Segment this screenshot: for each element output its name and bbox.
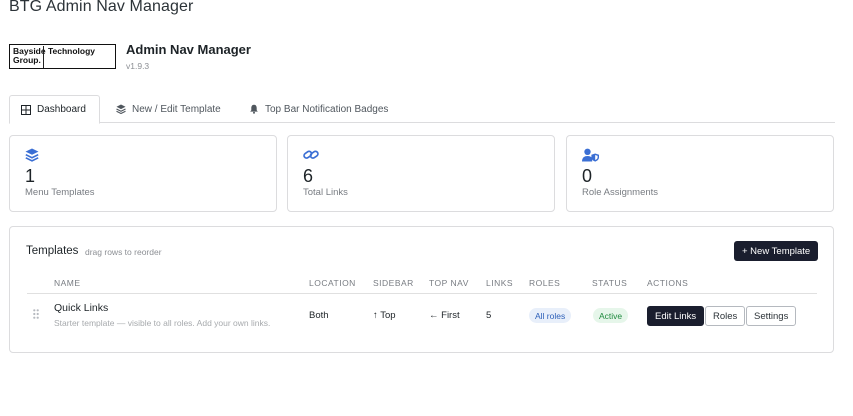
layers-icon: [116, 104, 126, 114]
column-header-sidebar: SIDEBAR: [373, 278, 414, 288]
templates-title: Templates: [26, 245, 79, 257]
page-title: BTG Admin Nav Manager: [9, 0, 194, 15]
link-icon: [303, 150, 319, 159]
settings-button[interactable]: Settings: [746, 306, 797, 326]
template-sidebar: ↑ Top: [373, 310, 396, 321]
stat-label-menu-templates: Menu Templates: [25, 187, 95, 198]
column-header-name: NAME: [54, 278, 81, 288]
column-header-top-nav: TOP NAV: [429, 278, 469, 288]
table-header-divider: [27, 293, 817, 294]
column-header-status: STATUS: [592, 278, 628, 288]
layers-icon: [25, 148, 39, 162]
stat-card-role-assignments: 0 Role Assignments: [566, 135, 834, 212]
bell-icon: [250, 104, 258, 114]
app-title: Admin Nav Manager: [126, 42, 251, 57]
edit-links-button[interactable]: Edit Links: [647, 306, 705, 326]
roles-button[interactable]: Roles: [705, 306, 746, 326]
brand-logo-line2: Group.: [13, 55, 41, 65]
tab-top-bar-badges[interactable]: Top Bar Notification Badges: [238, 95, 399, 123]
tab-new-edit-template[interactable]: New / Edit Template: [105, 95, 232, 123]
column-header-roles: ROLES: [529, 278, 561, 288]
new-template-button[interactable]: + New Template: [734, 241, 819, 261]
status-badge: Active: [593, 308, 629, 323]
column-header-links: LINKS: [486, 278, 514, 288]
tab-top-bar-badges-label: Top Bar Notification Badges: [265, 103, 389, 115]
stat-card-total-links: 6 Total Links: [287, 135, 555, 212]
grid-icon: [21, 104, 31, 115]
stat-value-role-assignments: 0: [582, 166, 593, 186]
stat-label-total-links: Total Links: [303, 187, 348, 198]
tab-new-edit-template-label: New / Edit Template: [132, 103, 221, 115]
stat-value-total-links: 6: [303, 166, 314, 186]
user-shield-icon: [582, 148, 599, 162]
tab-dashboard[interactable]: Dashboard: [9, 95, 100, 124]
tab-dashboard-label: Dashboard: [37, 104, 86, 115]
app-version: v1.9.3: [126, 61, 150, 71]
brand-logo: Bayside Technology Group.: [9, 44, 116, 69]
template-name: Quick Links: [54, 302, 109, 314]
template-description: Starter template — visible to all roles.…: [54, 318, 271, 328]
templates-panel: Templates drag rows to reorder + New Tem…: [9, 226, 834, 353]
template-location: Both: [309, 310, 329, 321]
stat-card-menu-templates: 1 Menu Templates: [9, 135, 277, 212]
column-header-actions: ACTIONS: [647, 278, 689, 288]
stat-value-menu-templates: 1: [25, 166, 36, 186]
templates-hint: drag rows to reorder: [85, 247, 162, 257]
template-top-nav: ← First: [429, 310, 460, 321]
tab-bar: Dashboard New / Edit Template Top Bar No…: [9, 95, 835, 124]
column-header-location: LOCATION: [309, 278, 356, 288]
template-links-count: 5: [486, 310, 492, 321]
drag-handle-icon[interactable]: [33, 309, 39, 319]
stat-label-role-assignments: Role Assignments: [582, 187, 659, 198]
brand-logo-divider: [43, 46, 44, 68]
roles-badge: All roles: [529, 308, 572, 323]
